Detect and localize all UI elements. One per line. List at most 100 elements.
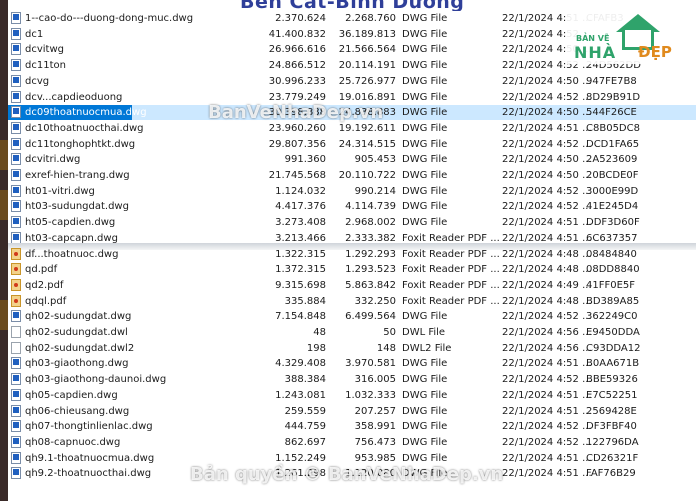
file-name: qh02-sudungdat.dwg [25, 311, 132, 323]
file-row[interactable]: ht03-sudungdat.dwg 4.417.376 4.114.739 DWG … [8, 199, 696, 214]
file-row[interactable]: qdql.pdf 335.884 332.250 Foxit Reader PDF .… [8, 294, 696, 309]
file-name: dc1 [25, 28, 44, 40]
file-list[interactable]: 1--cao-do---duong-dong-muc.dwg 2.370.624 2… [8, 11, 696, 501]
crc-value: E9450DDA [586, 327, 640, 338]
file-type: DWG File [402, 75, 448, 87]
file-type: DWG File [402, 374, 448, 386]
dwg-file-icon [11, 153, 21, 166]
dwg-file-icon [11, 404, 21, 417]
file-name: dc09thoatnuocmua.dwg [25, 107, 147, 119]
original-size: 2.370.624 [275, 13, 326, 24]
modified-date: 22/1/2024 4:52 ... [502, 201, 592, 213]
crc-value: 41E245D4 [586, 201, 639, 213]
watermark-bottom: Bản quyền © BanVeNhaDep.vn [190, 464, 504, 485]
file-row[interactable]: dcvg 30.996.233 25.726.977 DWG File 22/1/202… [8, 74, 696, 89]
file-name: ht03-sudungdat.dwg [25, 201, 129, 213]
packed-size: 358.991 [354, 421, 396, 433]
file-row[interactable]: dcvitri.dwg 991.360 905.453 DWG File 22/1/20… [8, 152, 696, 167]
original-size: 4.329.408 [275, 358, 326, 370]
file-row[interactable]: qd.pdf 1.372.315 1.293.523 Foxit Reader PDF… [8, 262, 696, 277]
modified-date: 22/1/2024 4:50 ... [502, 170, 592, 181]
dwg-file-icon [11, 27, 21, 40]
file-row[interactable]: qh07-thongtinlienlac.dwg 444.759 358.991 DW… [8, 419, 696, 434]
file-row[interactable]: dc11tonghophtkt.dwg 29.807.356 24.314.515 D… [8, 137, 696, 152]
packed-size: 1.032.333 [345, 389, 396, 401]
dwg-file-icon [11, 43, 21, 56]
file-row[interactable]: qh05-capdien.dwg 1.243.081 1.032.333 DWG Fi… [8, 388, 696, 403]
file-type: DWG File [402, 44, 448, 56]
crc-value: 8D29B91D [586, 91, 641, 103]
logo-accent-text: ĐẸP [638, 43, 672, 61]
file-row[interactable]: ht01-vitri.dwg 1.124.032 990.214 DWG File 22… [8, 184, 696, 199]
original-size: 26.966.616 [268, 44, 326, 56]
file-type: DWG File [402, 217, 448, 229]
file-name: qh07-thongtinlienlac.dwg [25, 421, 153, 433]
original-size: 41.400.832 [268, 28, 326, 40]
packed-size: 332.250 [354, 295, 396, 307]
file-row[interactable]: qh02-sudungdat.dwl 48 50 DWL File 22/1/2024 … [8, 325, 696, 340]
dwg-file-icon [11, 121, 21, 134]
packed-size: 24.314.515 [338, 138, 396, 150]
file-row[interactable]: dc10thoatnuocthai.dwg 23.960.260 19.192.61… [8, 121, 696, 136]
original-size: 7.154.848 [275, 311, 326, 323]
file-name: exref-hien-trang.dwg [25, 170, 130, 181]
dwg-file-icon [11, 184, 21, 197]
crc-value: 41FF0E5F [586, 279, 636, 291]
dwg-file-icon [11, 388, 21, 401]
packed-size: 756.473 [354, 436, 396, 448]
modified-date: 22/1/2024 4:50 ... [502, 154, 592, 166]
original-size: 444.759 [284, 421, 326, 433]
file-name: qh03-giaothong-daunoi.dwg [25, 374, 167, 386]
file-row[interactable]: qd2.pdf 9.315.698 5.863.842 Foxit Reader PD… [8, 278, 696, 293]
file-row[interactable]: qh03-giaothong-daunoi.dwg 388.384 316.005 D… [8, 372, 696, 387]
crc-value: C93DDA12 [586, 342, 641, 354]
original-size: 335.884 [284, 295, 326, 307]
modified-date: 22/1/2024 4:52 ... [502, 138, 592, 150]
packed-size: 19.192.611 [338, 122, 396, 134]
modified-date: 22/1/2024 4:51 ... [502, 217, 592, 229]
crc-value: 122796DA [586, 436, 639, 448]
file-name: 1--cao-do---duong-dong-muc.dwg [25, 13, 194, 24]
file-row[interactable]: qh02-sudungdat.dwl2 198 148 DWL2 File 22/1/2… [8, 341, 696, 356]
file-row[interactable]: qh02-sudungdat.dwg 7.154.848 6.499.564 DWG … [8, 309, 696, 324]
file-name: ht01-vitri.dwg [25, 185, 95, 197]
dwg-file-icon [11, 357, 21, 370]
file-row[interactable]: qh08-capnuoc.dwg 862.697 756.473 DWG File 22… [8, 435, 696, 450]
file-row[interactable]: exref-hien-trang.dwg 21.745.568 20.110.722… [8, 168, 696, 183]
modified-date: 22/1/2024 4:51 ... [502, 389, 592, 401]
site-logo: BẢN VẼ NHÀ ĐẸP [566, 14, 684, 64]
file-type: DWG File [402, 28, 448, 40]
background-mark [0, 190, 8, 220]
modified-date: 22/1/2024 4:51 ... [502, 358, 592, 370]
dwg-file-icon [11, 451, 21, 464]
crc-value: C8B05DC8 [586, 122, 640, 134]
crc-value: DDF3D60F [586, 217, 640, 229]
file-name: qh02-sudungdat.dwl2 [25, 342, 135, 354]
file-type: DWL2 File [402, 342, 452, 354]
file-row[interactable]: df...thoatnuoc.dwg 1.322.315 1.292.293 Foxi… [8, 247, 696, 262]
file-type: DWG File [402, 13, 448, 24]
crc-value: BD389A85 [586, 295, 640, 307]
original-size: 24.866.512 [268, 60, 326, 72]
file-name: qh06-chieusang.dwg [25, 405, 130, 417]
file-row[interactable]: qh03-giaothong.dwg 4.329.408 3.970.581 DWG … [8, 356, 696, 371]
dwg-file-icon [11, 74, 21, 87]
original-size: 29.807.356 [268, 138, 326, 150]
file-type: DWG File [402, 91, 448, 103]
file-type: DWL File [402, 327, 446, 338]
dwg-file-icon [11, 310, 21, 323]
file-row[interactable]: qh06-chieusang.dwg 259.559 207.257 DWG File… [8, 404, 696, 419]
file-row[interactable]: ht05-capdien.dwg 3.273.408 2.968.002 DWG Fi… [8, 215, 696, 230]
file-name: qh08-capnuoc.dwg [25, 436, 121, 448]
packed-size: 36.189.813 [338, 28, 396, 40]
original-size: 198 [306, 342, 326, 354]
file-type: Foxit Reader PDF ... [402, 295, 500, 307]
modified-date: 22/1/2024 4:50 ... [502, 75, 592, 87]
original-size: 862.697 [284, 436, 326, 448]
modified-date: 22/1/2024 4:51 ... [502, 468, 592, 480]
file-icon [11, 341, 21, 354]
modified-date: 22/1/2024 4:56 ... [502, 342, 592, 354]
crc-value: FAF76B29 [586, 468, 636, 480]
packed-size: 20.110.722 [338, 170, 396, 181]
packed-size: 6.499.564 [345, 311, 396, 323]
